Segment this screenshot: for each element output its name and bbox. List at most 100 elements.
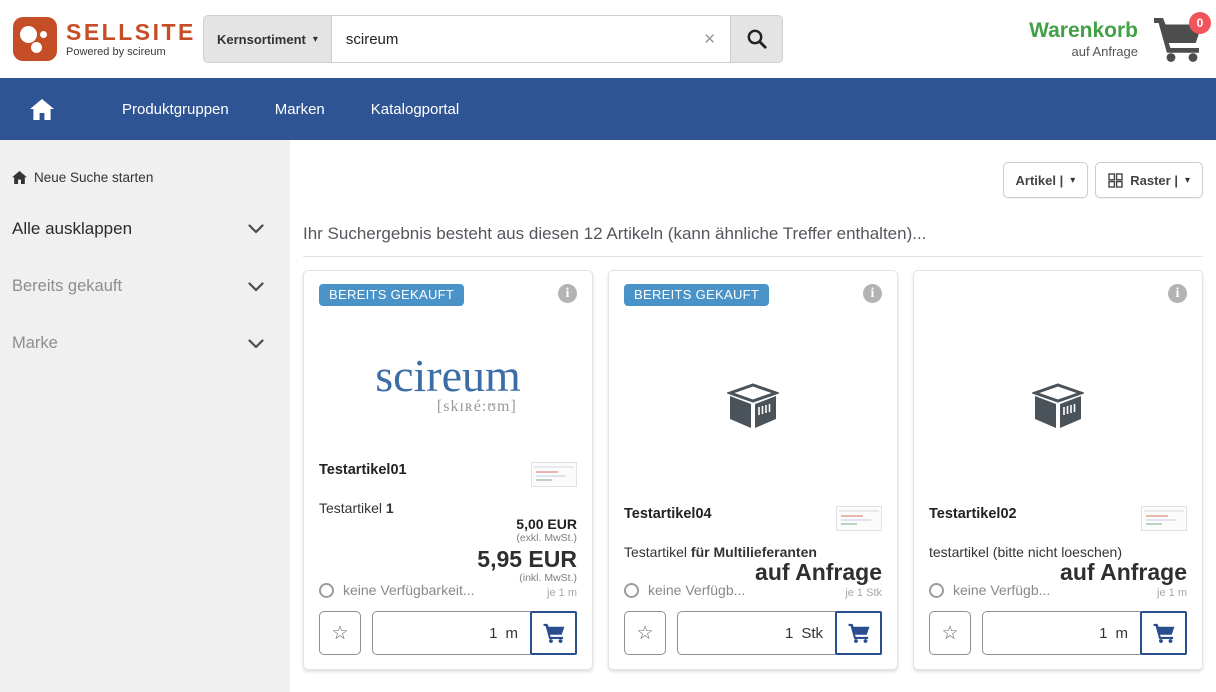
brand-logo[interactable]: SELLSITE Powered by scireum (13, 17, 203, 61)
availability-label: keine Verfügbarkeit... (343, 582, 475, 598)
brand-tagline: Powered by scireum (66, 46, 196, 58)
product-thumbnail (531, 462, 577, 487)
view-toolbar: Artikel | ▾ Raster | ▾ (303, 162, 1203, 198)
product-title[interactable]: Testartikel01 (319, 462, 407, 478)
availability-status: keine Verfügb... (624, 582, 745, 598)
main-navigation: Produktgruppen Marken Katalogportal (0, 78, 1216, 140)
quantity-input[interactable] (747, 625, 793, 642)
product-description: Testartikel 1 (319, 500, 577, 516)
unit-label: m (506, 625, 519, 642)
quantity-field: m (982, 611, 1144, 655)
scireum-pronunciation: [skɪʀé:ʊm] (375, 398, 521, 416)
new-search-link[interactable]: Neue Suche starten (10, 158, 280, 197)
brand-name: SELLSITE (66, 21, 196, 44)
cart-title: Warenkorb (1029, 19, 1138, 42)
product-description: Testartikel für Multilieferanten (624, 544, 882, 560)
filter-label: Marke (12, 334, 58, 353)
unit-label: Stk (801, 625, 823, 642)
availability-icon (624, 583, 639, 598)
cart-subtitle: auf Anfrage (1029, 44, 1138, 59)
expand-all-toggle[interactable]: Alle ausklappen (10, 209, 280, 249)
product-description: testartikel (bitte nicht loeschen) (929, 544, 1187, 560)
main-content: Artikel | ▾ Raster | ▾ Ihr Suchergebnis … (290, 140, 1216, 692)
price-excl-note: (exkl. MwSt.) (319, 532, 577, 545)
add-to-cart-button[interactable] (835, 611, 882, 655)
availability-label: keine Verfügb... (953, 582, 1050, 598)
chevron-down-icon (248, 282, 264, 292)
chevron-down-icon: ▾ (1070, 175, 1075, 186)
chevron-down-icon: ▾ (313, 34, 318, 45)
cart-icon (1153, 623, 1175, 643)
clear-search-button[interactable]: ✕ (689, 16, 730, 62)
scireum-wordmark: scireum (375, 355, 521, 396)
product-image-area: scireum [skɪʀé:ʊm] (319, 308, 577, 462)
product-card: BEREITS GEKAUFT i scireum [skɪʀé:ʊm] (303, 270, 593, 670)
availability-status: keine Verfügb... (929, 582, 1050, 598)
favorite-button[interactable]: ☆ (929, 611, 971, 655)
price-excl: 5,00 EUR (319, 516, 577, 532)
purchased-badge: BEREITS GEKAUFT (319, 284, 464, 306)
product-title[interactable]: Testartikel02 (929, 506, 1017, 522)
info-icon[interactable]: i (558, 284, 577, 303)
home-icon (12, 171, 27, 184)
quantity-field: m (372, 611, 534, 655)
availability-icon (319, 583, 334, 598)
artikel-dropdown-button[interactable]: Artikel | ▾ (1003, 162, 1089, 198)
search-bar: Kernsortiment ▾ ✕ (203, 15, 783, 63)
price-incl: 5,95 EUR (319, 547, 577, 572)
filter-label: Bereits gekauft (12, 277, 122, 296)
star-icon: ☆ (636, 623, 653, 644)
chevron-down-icon (248, 339, 264, 349)
star-icon: ☆ (331, 623, 348, 644)
search-button[interactable] (730, 16, 782, 62)
availability-label: keine Verfügb... (648, 582, 745, 598)
filter-marke[interactable]: Marke (10, 324, 280, 363)
home-icon (30, 99, 54, 120)
product-thumbnail (836, 506, 882, 531)
raster-dropdown-button[interactable]: Raster | ▾ (1095, 162, 1203, 198)
filter-bereits-gekauft[interactable]: Bereits gekauft (10, 267, 280, 306)
availability-status: keine Verfügbarkeit... (319, 582, 475, 598)
quantity-input[interactable] (452, 625, 498, 642)
grid-view-icon (1108, 173, 1123, 188)
nav-home-link[interactable] (30, 99, 76, 120)
add-to-cart-button[interactable] (530, 611, 577, 655)
product-box-icon (727, 383, 779, 431)
header: SELLSITE Powered by scireum Kernsortimen… (0, 0, 1216, 78)
quantity-field: Stk (677, 611, 839, 655)
unit-label: m (1116, 625, 1129, 642)
chevron-down-icon (248, 224, 264, 234)
star-icon: ☆ (941, 623, 958, 644)
purchased-badge: BEREITS GEKAUFT (624, 284, 769, 306)
product-logo: scireum [skɪʀé:ʊm] (375, 355, 521, 416)
favorite-button[interactable]: ☆ (624, 611, 666, 655)
product-title[interactable]: Testartikel04 (624, 506, 712, 522)
product-card: i Testartikel02 (913, 270, 1203, 670)
filter-sidebar: Neue Suche starten Alle ausklappen Berei… (0, 140, 290, 692)
product-card: BEREITS GEKAUFT i Testartikel04 (608, 270, 898, 670)
product-thumbnail (1141, 506, 1187, 531)
product-box-icon (1032, 383, 1084, 431)
cart-link[interactable]: Warenkorb auf Anfrage 0 (1029, 16, 1203, 62)
nav-item-marken[interactable]: Marken (275, 101, 325, 118)
info-icon[interactable]: i (1168, 284, 1187, 303)
search-scope-dropdown[interactable]: Kernsortiment ▾ (204, 16, 332, 62)
info-icon[interactable]: i (863, 284, 882, 303)
results-summary: Ihr Suchergebnis besteht aus diesen 12 A… (303, 224, 1203, 244)
search-icon (746, 28, 768, 50)
new-search-label: Neue Suche starten (34, 170, 153, 185)
sellsite-logo-icon (13, 17, 57, 61)
nav-item-produktgruppen[interactable]: Produktgruppen (122, 101, 229, 118)
search-scope-label: Kernsortiment (217, 32, 306, 47)
price-standard: 5,00 EUR (exkl. MwSt.) 5,95 EUR (inkl. M… (319, 516, 577, 585)
availability-icon (929, 583, 944, 598)
quantity-input[interactable] (1062, 625, 1108, 642)
add-to-cart-button[interactable] (1140, 611, 1187, 655)
search-input[interactable] (332, 16, 690, 62)
artikel-label: Artikel | (1016, 173, 1064, 188)
cart-icon (543, 623, 565, 643)
favorite-button[interactable]: ☆ (319, 611, 361, 655)
raster-label: Raster | (1130, 173, 1178, 188)
nav-item-katalogportal[interactable]: Katalogportal (371, 101, 459, 118)
chevron-down-icon: ▾ (1185, 175, 1190, 186)
